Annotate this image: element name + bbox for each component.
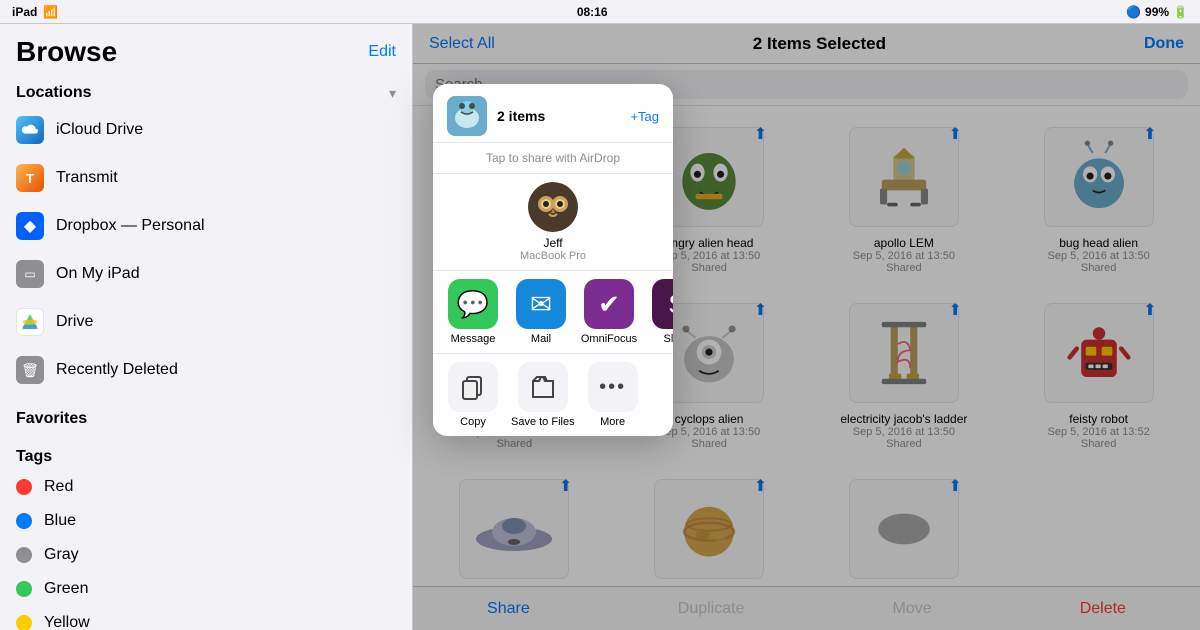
tag-blue[interactable]: Blue — [0, 504, 412, 538]
blue-dot — [16, 513, 32, 529]
transmit-label: Transmit — [56, 169, 118, 187]
message-app-label: Message — [451, 333, 496, 345]
tags-section-header: Tags — [0, 440, 412, 470]
airdrop-person-name: Jeff — [543, 236, 562, 250]
airdrop-avatar — [528, 182, 578, 232]
tag-gray-label: Gray — [44, 546, 79, 564]
tag-yellow[interactable]: Yellow — [0, 606, 412, 630]
tag-green-label: Green — [44, 580, 88, 598]
share-action-save-files[interactable]: Save to Files — [511, 362, 575, 428]
sidebar-item-ipad[interactable]: ▭ On My iPad — [0, 250, 412, 298]
tag-red-label: Red — [44, 478, 73, 496]
save-files-action-label: Save to Files — [511, 416, 575, 428]
gray-dot — [16, 547, 32, 563]
red-dot — [16, 479, 32, 495]
icloud-label: iCloud Drive — [56, 121, 143, 139]
ipad-icon: ▭ — [16, 260, 44, 288]
icloud-icon — [16, 116, 44, 144]
tag-gray[interactable]: Gray — [0, 538, 412, 572]
airdrop-person-device: MacBook Pro — [520, 250, 586, 262]
sidebar-item-icloud[interactable]: iCloud Drive — [0, 106, 412, 154]
yellow-dot — [16, 615, 32, 630]
more-action-label: More — [600, 416, 625, 428]
share-avatar — [447, 96, 487, 136]
airdrop-section: Tap to share with AirDrop — [433, 143, 673, 174]
share-app-mail[interactable]: ✉ Mail — [511, 279, 571, 345]
more-action-icon: ••• — [588, 362, 638, 412]
sidebar-header: Browse Edit — [0, 24, 412, 76]
deleted-label: Recently Deleted — [56, 361, 178, 379]
share-sheet-overlay: 2 items +Tag Tap to share with AirDrop — [413, 24, 1200, 630]
share-action-copy[interactable]: Copy — [443, 362, 503, 428]
battery-icon: 🔋 — [1173, 5, 1188, 19]
tag-blue-label: Blue — [44, 512, 76, 530]
battery-label: 99% — [1145, 5, 1169, 19]
slack-app-label: Slack — [664, 333, 673, 345]
favorites-section-header: Favorites — [0, 402, 412, 432]
share-sheet: 2 items +Tag Tap to share with AirDrop — [433, 84, 673, 436]
tags-label: Tags — [16, 448, 52, 466]
copy-action-label: Copy — [460, 416, 486, 428]
share-app-omnifocus[interactable]: ✔ OmniFocus — [579, 279, 639, 345]
green-dot — [16, 581, 32, 597]
main-layout: Browse Edit Locations ▾ iCloud Drive T T… — [0, 24, 1200, 630]
ipad-label: On My iPad — [56, 265, 140, 283]
share-tag-button[interactable]: +Tag — [630, 109, 659, 124]
sidebar: Browse Edit Locations ▾ iCloud Drive T T… — [0, 24, 413, 630]
message-app-icon: 💬 — [448, 279, 498, 329]
share-items-count: 2 items — [497, 108, 545, 124]
omnifocus-app-label: OmniFocus — [581, 333, 637, 345]
status-bar: iPad 📶 08:16 🔵 99% 🔋 — [0, 0, 1200, 24]
drive-label: Drive — [56, 313, 93, 331]
tag-red[interactable]: Red — [0, 470, 412, 504]
deleted-icon: 🗑 — [16, 356, 44, 384]
tags-list: Red Blue Gray Green Yellow Important — [0, 470, 412, 630]
status-left: iPad 📶 — [12, 5, 58, 19]
share-app-slack[interactable]: S Slack — [647, 279, 673, 345]
share-apps: 💬 Message ✉ Mail ✔ OmniFocus S Slack — [433, 270, 673, 353]
share-actions: Copy Save to Files ••• More — [433, 353, 673, 436]
omnifocus-app-icon: ✔ — [584, 279, 634, 329]
mail-app-icon: ✉ — [516, 279, 566, 329]
airdrop-person[interactable]: Jeff MacBook Pro — [433, 174, 673, 270]
wifi-icon: 📶 — [43, 5, 58, 19]
locations-section-header: Locations ▾ — [0, 76, 412, 106]
favorites-label: Favorites — [16, 410, 87, 428]
locations-chevron-icon[interactable]: ▾ — [389, 85, 396, 102]
status-time: 08:16 — [577, 5, 608, 19]
slack-app-icon: S — [652, 279, 673, 329]
share-sheet-header: 2 items +Tag — [433, 84, 673, 143]
copy-action-icon — [448, 362, 498, 412]
device-label: iPad — [12, 5, 37, 19]
transmit-icon: T — [16, 164, 44, 192]
save-files-action-icon — [518, 362, 568, 412]
sidebar-item-transmit[interactable]: T Transmit — [0, 154, 412, 202]
share-action-more[interactable]: ••• More — [583, 362, 643, 428]
bluetooth-icon: 🔵 — [1126, 5, 1141, 19]
sidebar-item-drive[interactable]: Drive — [0, 298, 412, 346]
locations-label: Locations — [16, 84, 92, 102]
dropbox-label: Dropbox — Personal — [56, 217, 205, 235]
sidebar-item-recently-deleted[interactable]: 🗑 Recently Deleted — [0, 346, 412, 394]
status-right: 🔵 99% 🔋 — [1126, 5, 1188, 19]
share-app-message[interactable]: 💬 Message — [443, 279, 503, 345]
tag-yellow-label: Yellow — [44, 614, 90, 630]
drive-icon — [16, 308, 44, 336]
sidebar-item-dropbox[interactable]: ◆ Dropbox — Personal — [0, 202, 412, 250]
dropbox-icon: ◆ — [16, 212, 44, 240]
edit-button[interactable]: Edit — [368, 43, 396, 61]
tag-green[interactable]: Green — [0, 572, 412, 606]
content-area: Select All 2 Items Selected Done — [413, 24, 1200, 630]
mail-app-label: Mail — [531, 333, 551, 345]
browse-title: Browse — [16, 36, 117, 68]
locations-list: iCloud Drive T Transmit ◆ Dropbox — Pers… — [0, 106, 412, 394]
